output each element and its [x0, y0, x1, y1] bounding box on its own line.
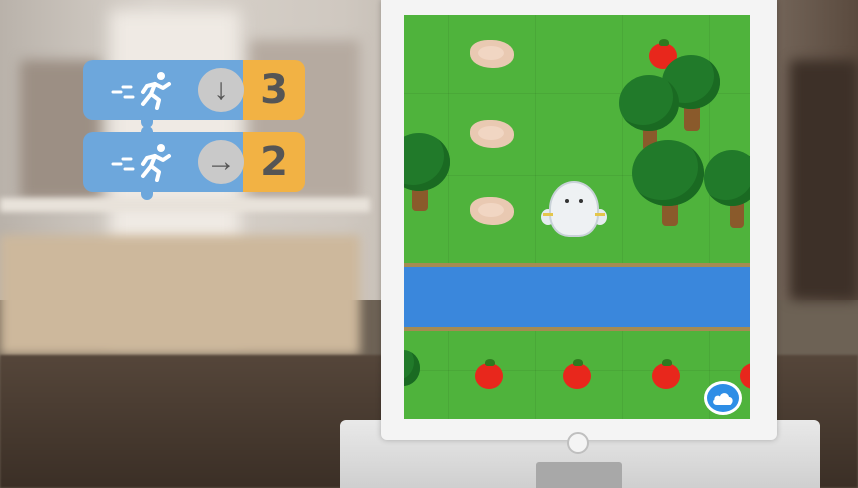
- tomato: [740, 363, 750, 389]
- dirt-patch: [470, 120, 514, 148]
- tree: [632, 140, 706, 230]
- repeat-count: 3: [260, 67, 288, 113]
- tomato: [563, 359, 591, 389]
- running-person-icon: [111, 144, 171, 182]
- tomato: [652, 359, 680, 389]
- tomato: [475, 359, 503, 389]
- tree: [404, 133, 454, 213]
- dirt-patch: [470, 197, 514, 225]
- repeat-count: 2: [260, 139, 288, 185]
- dirt-patch: [470, 40, 514, 68]
- cloud-button[interactable]: [704, 381, 742, 415]
- running-person-icon: [111, 72, 171, 110]
- river: [404, 263, 750, 331]
- arrow-down-icon: ↓: [198, 68, 244, 112]
- code-block-move-down: ↓ 3: [83, 60, 305, 128]
- home-button[interactable]: [567, 432, 589, 454]
- game-screen: [404, 15, 750, 419]
- tree: [704, 150, 750, 230]
- cloud-icon: [713, 393, 733, 405]
- tree: [404, 350, 422, 400]
- arrow-right-icon: →: [198, 140, 244, 184]
- code-block-move-right: → 2: [83, 126, 305, 200]
- monster-character: [541, 181, 607, 239]
